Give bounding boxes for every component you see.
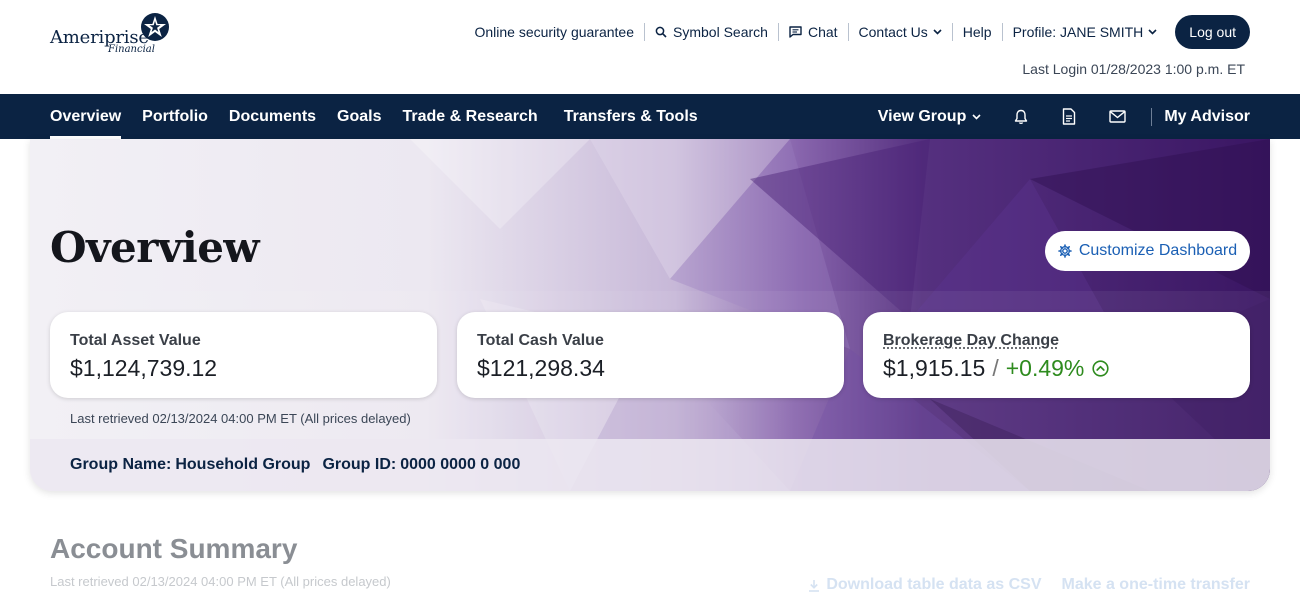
total-cash-value-label: Total Cash Value <box>477 332 604 349</box>
profile-label: Profile: JANE SMITH <box>1012 24 1144 40</box>
security-guarantee-label: Online security guarantee <box>474 24 635 40</box>
notifications-button[interactable] <box>997 94 1045 139</box>
utility-nav: Online security guarantee Symbol Search … <box>464 15 1250 49</box>
group-name-label: Group Name: <box>70 456 172 473</box>
main-nav: Overview Portfolio Documents Goals Trade… <box>0 94 1300 139</box>
overview-hero: Overview Customize Dashboard Total Asset… <box>30 139 1270 491</box>
logo-star-icon <box>141 13 169 41</box>
nav-goals[interactable]: Goals <box>337 94 381 139</box>
account-summary-retrieved-text: Last retrieved 02/13/2024 04:00 PM ET (A… <box>50 574 391 589</box>
chat-label: Chat <box>807 24 838 40</box>
customize-dashboard-button[interactable]: Customize Dashboard <box>1045 231 1250 271</box>
group-id-value: 0000 0000 0 000 <box>400 456 521 473</box>
total-asset-value-label: Total Asset Value <box>70 332 201 349</box>
brokerage-day-change-label[interactable]: Brokerage Day Change <box>883 332 1230 350</box>
chat-link[interactable]: Chat <box>779 23 849 41</box>
chevron-down-icon <box>972 113 981 120</box>
last-login-text: Last Login 01/28/2023 1:00 p.m. ET <box>1022 61 1245 77</box>
symbol-search-label: Symbol Search <box>673 24 768 40</box>
logout-button[interactable]: Log out <box>1175 15 1250 49</box>
help-label: Help <box>962 24 992 40</box>
page-title: Overview <box>50 223 260 272</box>
total-asset-value-text: $1,124,739.12 <box>70 355 218 381</box>
brokerage-day-change-card: Brokerage Day Change $1,915.15 / +0.49% <box>863 312 1250 398</box>
customize-dashboard-label: Customize Dashboard <box>1078 242 1238 259</box>
messages-button[interactable] <box>1093 94 1141 139</box>
gear-icon <box>1058 244 1072 258</box>
my-advisor-link[interactable]: My Advisor <box>1164 94 1250 139</box>
arrow-up-circle-icon <box>1092 360 1109 377</box>
top-header: Ameriprise Financial Online security gua… <box>0 0 1300 94</box>
chevron-down-icon <box>1148 29 1157 35</box>
view-group-dropdown[interactable]: View Group <box>878 94 982 139</box>
chevron-down-icon <box>933 29 942 35</box>
nav-divider <box>1151 107 1153 126</box>
document-icon <box>1063 108 1076 125</box>
help-link[interactable]: Help <box>953 23 1003 41</box>
ameriprise-logo[interactable]: Ameriprise Financial <box>50 12 180 56</box>
download-csv-link[interactable]: Download table data as CSV <box>808 576 1041 594</box>
nav-trade-research[interactable]: Trade & Research <box>403 94 538 139</box>
primary-nav-items: Overview Portfolio Documents Goals Trade… <box>50 94 719 139</box>
contact-us-label: Contact Us <box>858 24 928 40</box>
chat-icon <box>789 26 802 38</box>
day-change-percent: +0.49% <box>1005 355 1085 381</box>
last-retrieved-text: Last retrieved 02/13/2024 04:00 PM ET (A… <box>70 411 411 426</box>
total-cash-value-card: Total Cash Value $121,298.34 <box>457 312 844 398</box>
search-icon <box>655 26 667 38</box>
bell-icon <box>1015 109 1028 124</box>
one-time-transfer-link[interactable]: Make a one-time transfer <box>1061 576 1250 594</box>
one-time-transfer-label: Make a one-time transfer <box>1061 576 1250 593</box>
nav-overview[interactable]: Overview <box>50 94 122 139</box>
day-change-separator: / <box>992 355 999 381</box>
account-summary-actions: Download table data as CSV Make a one-ti… <box>788 576 1250 594</box>
total-asset-value-card: Total Asset Value $1,124,739.12 <box>50 312 437 398</box>
secondary-nav-items: View Group My Advisor <box>878 94 1250 139</box>
day-change-value: $1,915.15 <box>883 355 986 381</box>
group-id-label: Group ID: <box>322 456 397 473</box>
nav-transfers-tools[interactable]: Transfers & Tools <box>564 94 698 139</box>
total-cash-value-text: $121,298.34 <box>477 355 605 381</box>
total-cash-value-amount: $121,298.34 <box>477 355 824 382</box>
download-csv-label: Download table data as CSV <box>826 576 1042 593</box>
group-info-bar: Group Name: Household Group Group ID: 00… <box>30 439 1270 491</box>
nav-portfolio[interactable]: Portfolio <box>142 94 208 139</box>
view-group-label: View Group <box>877 107 967 125</box>
download-icon <box>809 579 820 592</box>
contact-us-dropdown[interactable]: Contact Us <box>849 23 953 41</box>
security-guarantee-link[interactable]: Online security guarantee <box>464 23 646 41</box>
group-name-value: Household Group <box>175 456 311 473</box>
nav-documents[interactable]: Documents <box>229 94 316 139</box>
brokerage-day-change-amount: $1,915.15 / +0.49% <box>883 355 1230 382</box>
logo-subtext: Financial <box>108 44 155 55</box>
profile-dropdown[interactable]: Profile: JANE SMITH <box>1003 23 1168 41</box>
account-summary-title: Account Summary <box>50 533 298 564</box>
documents-button[interactable] <box>1045 94 1093 139</box>
mail-icon <box>1109 110 1126 123</box>
total-asset-value-amount: $1,124,739.12 <box>70 355 417 382</box>
symbol-search-link[interactable]: Symbol Search <box>645 23 779 41</box>
